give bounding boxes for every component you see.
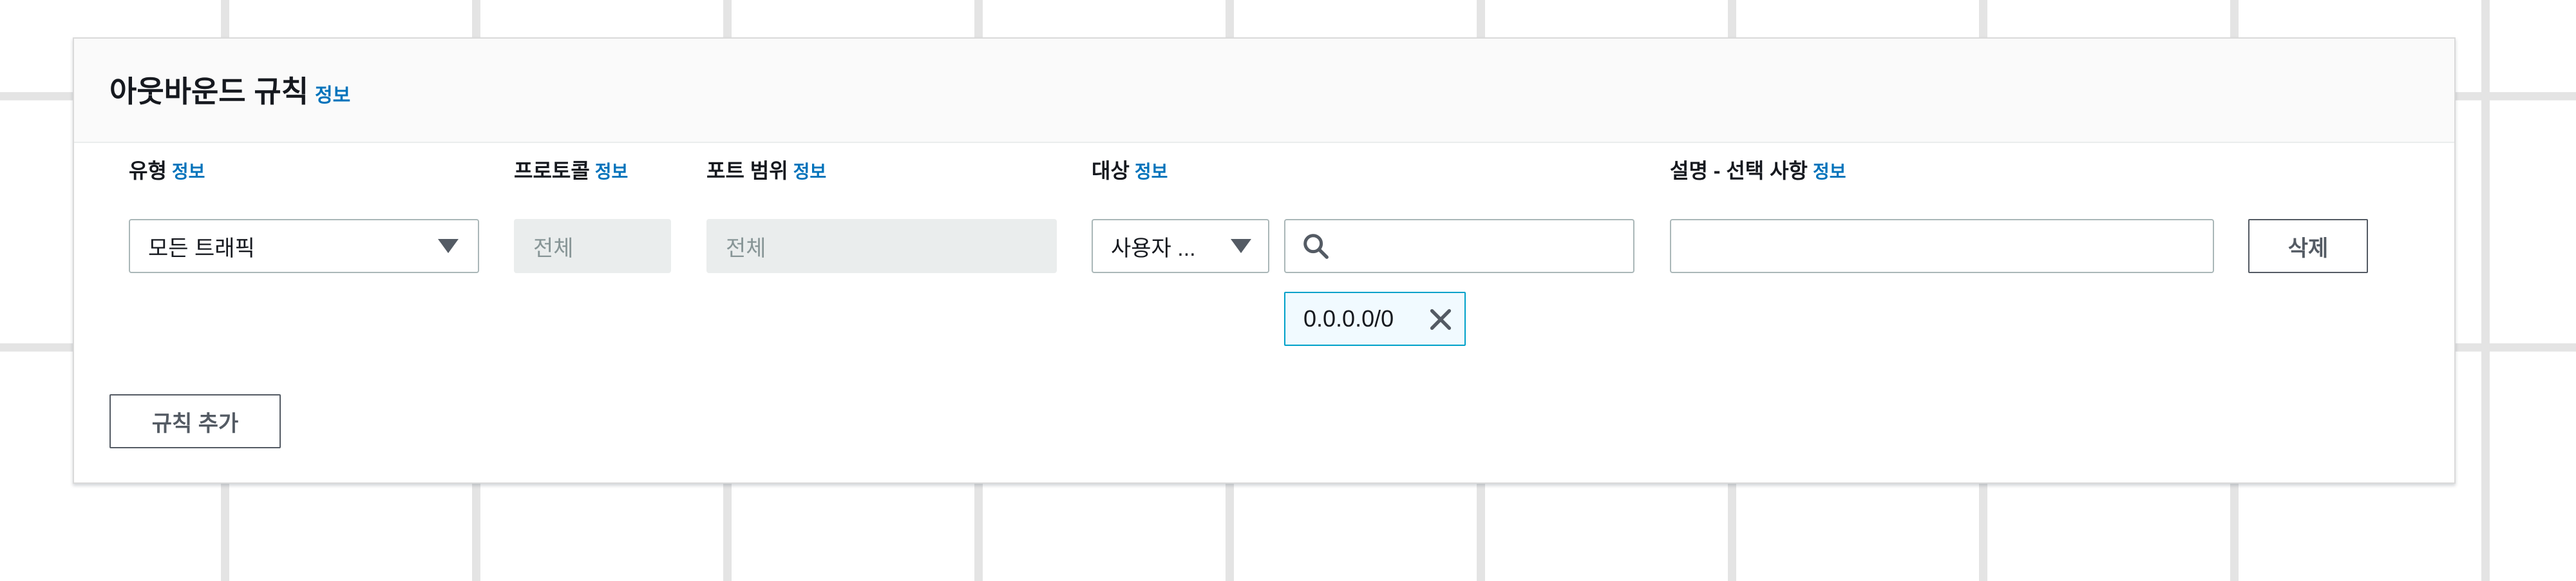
description-info-link[interactable]: 정보	[1813, 162, 1846, 182]
description-label-text: 설명 - 선택 사항	[1670, 159, 1808, 182]
description-input[interactable]	[1670, 219, 2214, 273]
search-icon	[1303, 234, 1329, 259]
protocol-field: 전체	[514, 219, 671, 273]
destination-info-link[interactable]: 정보	[1135, 162, 1168, 182]
caret-down-icon	[1231, 239, 1251, 253]
destination-column-label: 대상 정보	[1092, 155, 1168, 184]
protocol-info-link[interactable]: 정보	[595, 162, 629, 182]
destination-token-value: 0.0.0.0/0	[1303, 305, 1394, 332]
caret-down-icon	[438, 239, 459, 253]
type-select-value: 모든 트래픽	[148, 236, 255, 261]
section-title-text: 아웃바운드 규칙	[109, 75, 309, 108]
section-title: 아웃바운드 규칙 정보	[109, 68, 350, 111]
destination-type-select[interactable]: 사용자 ...	[1092, 219, 1269, 273]
outbound-rules-panel: 아웃바운드 규칙 정보 유형 정보 프로토콜 정보 포트 범위 정보 대상 정보 설명 -…	[73, 37, 2456, 484]
destination-token: 0.0.0.0/0	[1284, 292, 1466, 346]
type-select[interactable]: 모든 트래픽	[129, 219, 479, 273]
port-range-info-link[interactable]: 정보	[793, 162, 827, 182]
section-info-link[interactable]: 정보	[315, 85, 350, 106]
type-info-link[interactable]: 정보	[172, 162, 205, 182]
panel-header: 아웃바운드 규칙 정보	[74, 39, 2454, 143]
delete-rule-button[interactable]: 삭제	[2248, 219, 2368, 273]
destination-label-text: 대상	[1092, 159, 1130, 182]
port-range-value: 전체	[726, 236, 766, 261]
close-icon[interactable]	[1426, 305, 1455, 334]
add-rule-button[interactable]: 규칙 추가	[109, 394, 281, 448]
port-range-label-text: 포트 범위	[706, 159, 788, 182]
protocol-value: 전체	[533, 236, 574, 261]
destination-search-input[interactable]	[1284, 219, 1634, 273]
protocol-label-text: 프로토콜	[514, 159, 590, 182]
protocol-column-label: 프로토콜 정보	[514, 155, 628, 184]
type-column-label: 유형 정보	[129, 155, 205, 184]
destination-type-value: 사용자 ...	[1111, 236, 1196, 261]
port-range-column-label: 포트 범위 정보	[706, 155, 826, 184]
port-range-field: 전체	[706, 219, 1057, 273]
description-column-label: 설명 - 선택 사항 정보	[1670, 155, 1846, 184]
type-label-text: 유형	[129, 159, 167, 182]
